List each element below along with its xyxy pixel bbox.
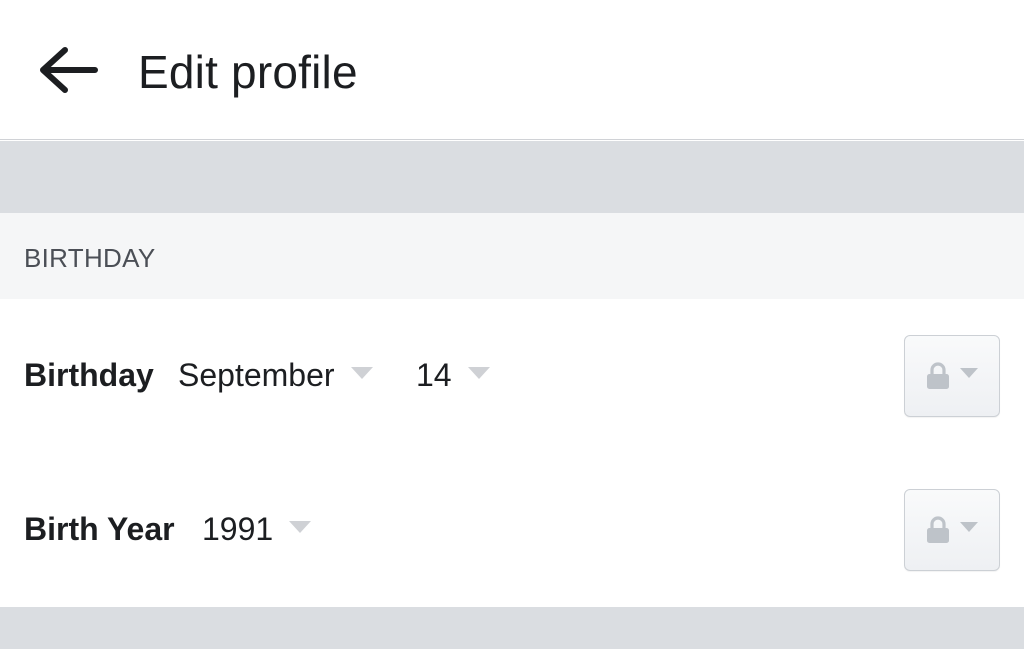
birth-year-row: Birth Year 1991	[0, 453, 1024, 605]
birthday-label: Birthday	[24, 357, 154, 393]
header-bar: Edit profile	[0, 0, 1024, 140]
year-select[interactable]: 1991	[202, 509, 312, 549]
edit-profile-page: Edit profile BIRTHDAY Birthday September…	[0, 0, 1024, 649]
year-value: 1991	[202, 511, 274, 547]
day-select[interactable]: 14	[416, 355, 490, 395]
lock-icon	[927, 362, 949, 389]
birthday-privacy-button[interactable]	[904, 335, 1000, 417]
chevron-down-icon	[289, 521, 312, 533]
chevron-down-icon	[960, 368, 978, 378]
divider-band	[0, 607, 1024, 649]
month-value: September	[178, 357, 335, 393]
month-select[interactable]: September	[178, 355, 373, 395]
section-header: BIRTHDAY	[0, 213, 1024, 299]
arrow-left-icon	[40, 47, 98, 93]
divider-band	[0, 141, 1024, 213]
birth-year-label: Birth Year	[24, 511, 175, 547]
page-title: Edit profile	[138, 46, 358, 98]
lock-icon	[927, 516, 949, 543]
chevron-down-icon	[350, 367, 373, 379]
chevron-down-icon	[960, 522, 978, 532]
birth-year-privacy-button[interactable]	[904, 489, 1000, 571]
section-title: BIRTHDAY	[24, 243, 156, 273]
chevron-down-icon	[467, 367, 490, 379]
back-button[interactable]	[32, 40, 104, 100]
birthday-row: Birthday September 14	[0, 299, 1024, 451]
day-value: 14	[416, 357, 452, 393]
